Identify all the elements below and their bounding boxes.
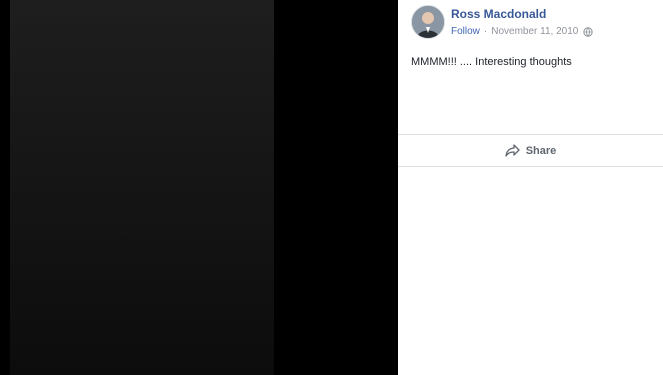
photo-viewer — [0, 0, 398, 375]
photo-placeholder — [10, 0, 274, 375]
author-name-link[interactable]: Ross Macdonald — [451, 7, 546, 21]
post-caption: MMMM!!! .... Interesting thoughts — [411, 56, 572, 68]
share-button[interactable]: Share — [398, 135, 663, 166]
share-label: Share — [525, 144, 557, 157]
post-sidebar: Ross Macdonald Follow · November 11, 201… — [398, 0, 663, 375]
person-icon — [412, 6, 444, 38]
avatar[interactable] — [411, 5, 445, 39]
post-date[interactable]: November 11, 2010 — [491, 26, 578, 37]
share-arrow-icon — [505, 144, 520, 157]
post-meta: Follow · November 11, 2010 — [451, 26, 594, 37]
meta-separator: · — [483, 26, 488, 37]
globe-icon — [583, 26, 594, 37]
action-bar-divider-bottom — [398, 166, 663, 167]
follow-link[interactable]: Follow — [451, 26, 480, 37]
